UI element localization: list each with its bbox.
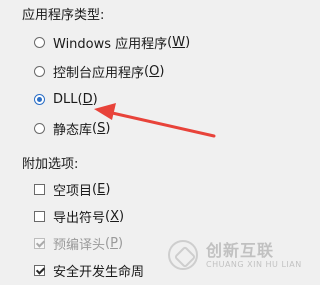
- watermark-text: 创新互联 CHUANG XIN HU LIAN: [206, 240, 302, 269]
- watermark-en: CHUANG XIN HU LIAN: [206, 259, 302, 269]
- watermark-logo-icon: [168, 240, 198, 270]
- arrow-head: [94, 103, 116, 120]
- watermark: 创新互联 CHUANG XIN HU LIAN: [168, 240, 302, 270]
- arrow-shaft: [106, 110, 216, 138]
- watermark-cn: 创新互联: [206, 240, 275, 260]
